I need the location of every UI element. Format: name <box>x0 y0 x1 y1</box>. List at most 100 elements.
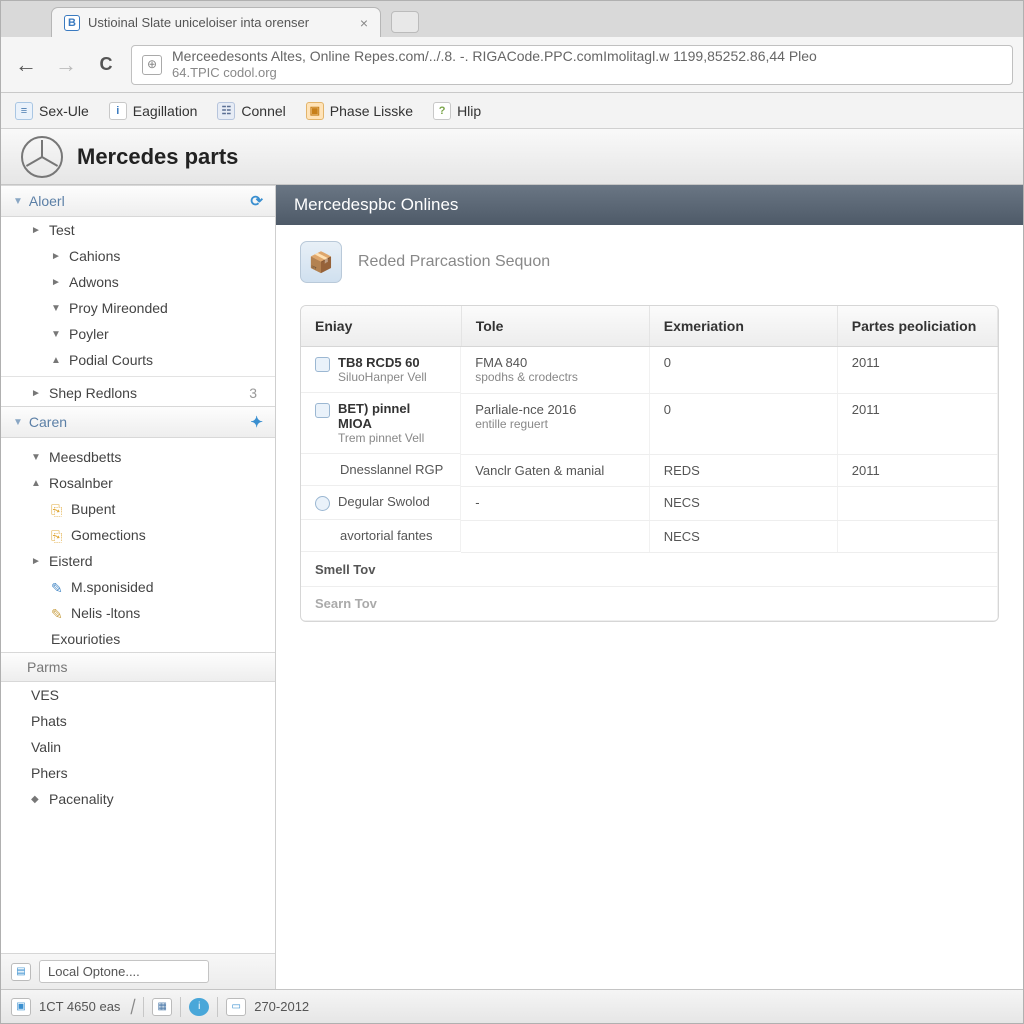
panel-icon[interactable]: ▤ <box>11 963 31 981</box>
checkbox-icon[interactable] <box>315 357 330 372</box>
checkbox-icon[interactable] <box>315 403 330 418</box>
package-icon: 📦 <box>300 241 342 283</box>
table-header-row: Eniay Tole Exmeriation Partes peoliciati… <box>301 306 998 347</box>
edit-icon: ✎ <box>51 580 65 594</box>
pencil-icon: ✎ <box>51 606 65 620</box>
table-row[interactable]: BET) pinnel MIOATrem pinnet VellParliale… <box>301 393 998 454</box>
sidebar-item-adwons[interactable]: ►Adwons <box>1 269 275 295</box>
table-row[interactable]: avortorial fantesNECS <box>301 520 998 552</box>
sidebar-section-parms[interactable]: Parms <box>1 652 275 682</box>
content-pane: Mercedespbc Onlines 📦 Reded Prarcastion … <box>276 185 1023 989</box>
settings-icon[interactable]: ✦ <box>250 413 263 431</box>
bookmark-icon: i <box>109 102 127 120</box>
calendar-icon[interactable]: ▭ <box>226 998 246 1016</box>
address-line-2: 64.TPIC codol.org <box>172 65 817 81</box>
divider-icon: ⎮ <box>128 999 135 1015</box>
sidebar-item-valn[interactable]: Valin <box>1 734 275 760</box>
chevron-down-icon: ▼ <box>13 417 23 428</box>
caret-down-icon: ▼ <box>51 303 63 314</box>
sidebar-section-caren[interactable]: ▼ Caren ✦ <box>1 406 275 438</box>
mercedes-logo-icon <box>21 136 63 178</box>
table-footer-row: Smell Tov <box>301 552 998 586</box>
col-partes[interactable]: Partes peoliciation <box>837 306 997 347</box>
local-options-dropdown[interactable]: Local Optone.... <box>39 960 209 983</box>
bookmarks-bar: ≡ Sex-Ule i Eagillation ☷ Connel ▣ Phase… <box>1 93 1023 129</box>
sidebar-item-exourioties[interactable]: Exourioties <box>1 626 275 652</box>
bookmark-item[interactable]: ▣ Phase Lisske <box>306 102 413 120</box>
caret-right-icon: ► <box>31 556 43 567</box>
sidebar-item-poyler[interactable]: ▼Poyler <box>1 321 275 347</box>
sidebar-item-bupent[interactable]: ⎘Bupent <box>1 496 275 522</box>
status-bar: ▣ 1CT 4650 eas ⎮ ▦ i ▭ 270-2012 <box>1 989 1023 1023</box>
data-table: Eniay Tole Exmeriation Partes peoliciati… <box>300 305 999 622</box>
caret-right-icon: ► <box>31 225 43 236</box>
new-tab-button[interactable] <box>391 11 419 33</box>
table-row[interactable]: Dnesslannel RGPVanclr Gaten & manialREDS… <box>301 454 998 486</box>
caret-right-icon: ► <box>51 251 63 262</box>
caret-up-icon: ▲ <box>31 478 43 489</box>
caret-right-icon: ► <box>31 388 43 399</box>
sidebar-item-nelis[interactable]: ✎Nelis -ltons <box>1 600 275 626</box>
section-title: Reded Prarcastion Sequon <box>358 253 550 271</box>
app-title: Mercedes parts <box>77 144 238 170</box>
reload-button[interactable]: C <box>91 50 121 80</box>
chevron-down-icon: ▼ <box>13 196 23 207</box>
sidebar-item-rosalnber[interactable]: ▲Rosalnber <box>1 470 275 496</box>
status-left-text: 1CT 4650 eas <box>39 999 120 1014</box>
sidebar-section-aloerl[interactable]: ▼ Aloerl ⟳ <box>1 185 275 217</box>
grid-icon[interactable]: ▦ <box>152 998 172 1016</box>
count-badge: 3 <box>249 385 263 401</box>
diamond-icon: ◆ <box>31 794 43 805</box>
bookmark-item[interactable]: ? Hlip <box>433 102 481 120</box>
sidebar-item-phers[interactable]: Phers <box>1 760 275 786</box>
bookmark-icon: ≡ <box>15 102 33 120</box>
sidebar-item-phats[interactable]: Phats <box>1 708 275 734</box>
caret-down-icon: ▼ <box>51 329 63 340</box>
sidebar-item-pacenality[interactable]: ◆Pacenality <box>1 786 275 812</box>
col-exmeriantion[interactable]: Exmeriation <box>649 306 837 347</box>
bookmark-item[interactable]: ☷ Connel <box>217 102 285 120</box>
table-row[interactable]: Degular Swolod-NECS <box>301 486 998 520</box>
sync-icon[interactable]: ⟳ <box>250 192 263 210</box>
caret-up-icon: ▲ <box>51 355 63 366</box>
col-tole[interactable]: Tole <box>461 306 649 347</box>
bookmark-item[interactable]: i Eagillation <box>109 102 198 120</box>
tab-title: Ustioinal Slate uniceloiser inta orenser <box>88 15 309 30</box>
bookmark-icon: ? <box>433 102 451 120</box>
sidebar-item-meesdbetts[interactable]: ▼Meesdbetts <box>1 444 275 470</box>
sidebar: ▼ Aloerl ⟳ ►Test ►Cahions ►Adwons ▼Proy … <box>1 185 276 989</box>
sidebar-item-cahions[interactable]: ►Cahions <box>1 243 275 269</box>
content-header: Mercedespbc Onlines <box>276 185 1023 225</box>
browser-tab[interactable]: B Ustioinal Slate uniceloiser inta orens… <box>51 7 381 37</box>
sidebar-item-test[interactable]: ►Test <box>1 217 275 243</box>
sidebar-item-podial[interactable]: ▲Podial Courts <box>1 347 275 373</box>
sidebar-item-proy[interactable]: ▼Proy Mireonded <box>1 295 275 321</box>
radio-icon[interactable] <box>315 496 330 511</box>
caret-right-icon: ► <box>51 277 63 288</box>
caret-down-icon: ▼ <box>31 452 43 463</box>
bookmark-icon: ▣ <box>306 102 324 120</box>
sidebar-item-shep[interactable]: ► Shep Redlons 3 <box>1 380 275 406</box>
info-icon[interactable]: i <box>189 998 209 1016</box>
sidebar-item-ves[interactable]: VES <box>1 682 275 708</box>
address-line-1: Merceedesonts Altes, Online Repes.com/..… <box>172 48 817 65</box>
close-icon[interactable]: × <box>360 15 368 31</box>
bookmark-icon: ☷ <box>217 102 235 120</box>
table-row[interactable]: TB8 RCD5 60SiluoHanper VellFMA 840spodhs… <box>301 347 998 394</box>
folder-icon: ⎘ <box>51 502 65 516</box>
address-input[interactable]: ⊕ Merceedesonts Altes, Online Repes.com/… <box>131 45 1013 85</box>
table-footer-row: Searn Tov <box>301 586 998 620</box>
tab-bar: B Ustioinal Slate uniceloiser inta orens… <box>1 1 1023 37</box>
app-header: Mercedes parts <box>1 129 1023 185</box>
sidebar-item-msponisided[interactable]: ✎M.sponisided <box>1 574 275 600</box>
folder-icon: ⎘ <box>51 528 65 542</box>
sidebar-item-gomections[interactable]: ⎘Gomections <box>1 522 275 548</box>
section-bar: 📦 Reded Prarcastion Sequon <box>276 225 1023 305</box>
bookmark-item[interactable]: ≡ Sex-Ule <box>15 102 89 120</box>
sidebar-item-eisterd[interactable]: ►Eisterd <box>1 548 275 574</box>
forward-button[interactable]: → <box>51 50 81 80</box>
site-info-icon[interactable]: ⊕ <box>142 55 162 75</box>
back-button[interactable]: ← <box>11 50 41 80</box>
window-icon[interactable]: ▣ <box>11 998 31 1016</box>
col-eniay[interactable]: Eniay <box>301 306 461 347</box>
